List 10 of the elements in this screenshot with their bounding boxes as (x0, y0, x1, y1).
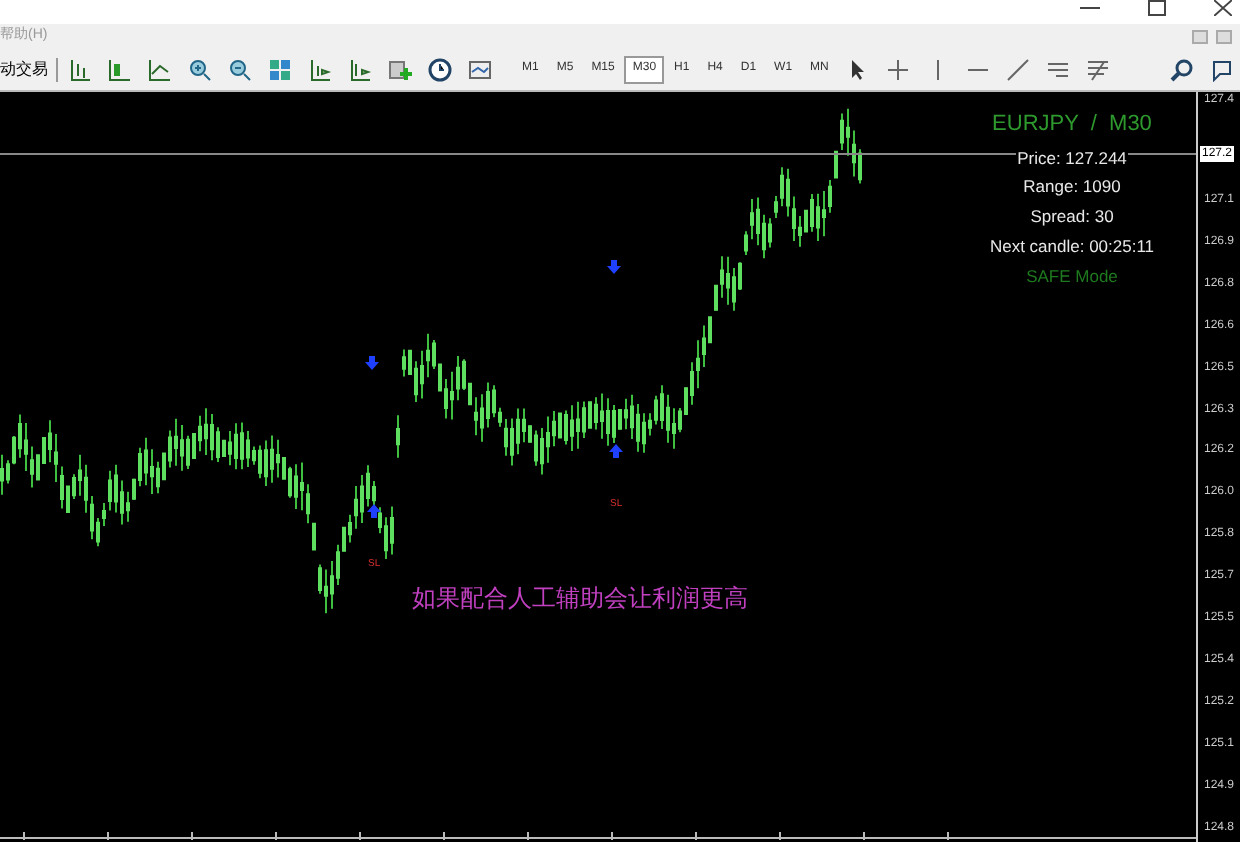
chart-caption: 如果配合人工辅助会让利润更高 (412, 582, 748, 616)
mode-label: SAFE Mode (1026, 263, 1118, 289)
autotrade-button[interactable]: 动交易 (0, 57, 58, 81)
up-arrow-icon (609, 444, 623, 458)
symbol-title: EURJPY / M30 (992, 110, 1152, 140)
maximize-icon[interactable] (1148, 0, 1166, 16)
down-arrow-icon (607, 260, 621, 274)
up-arrow-icon (367, 504, 381, 518)
down-arrow-icon (365, 356, 379, 370)
close-icon[interactable] (1214, 0, 1232, 16)
